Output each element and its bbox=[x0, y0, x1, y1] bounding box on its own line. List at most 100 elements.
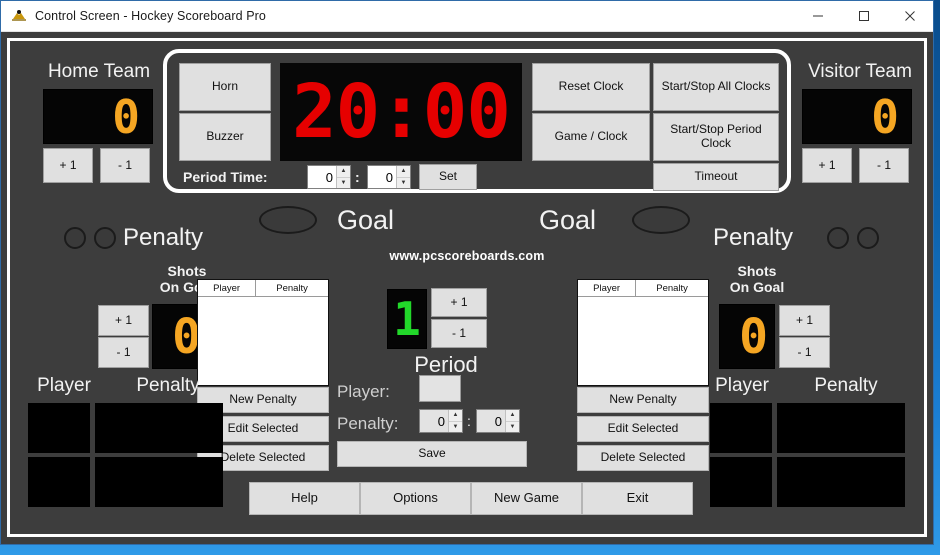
visitor-shots-value: 0 bbox=[739, 308, 768, 365]
exit-button[interactable]: Exit bbox=[582, 482, 693, 515]
visitor-shots-minus-button[interactable]: - 1 bbox=[779, 337, 830, 368]
chevron-up-icon[interactable]: ▲ bbox=[449, 410, 462, 422]
visitor-board-penalty-label: Penalty bbox=[814, 375, 878, 396]
entry-penalty-label: Penalty: bbox=[337, 414, 399, 433]
chevron-up-icon[interactable]: ▲ bbox=[337, 166, 350, 178]
visitor-shots-label-line2: On Goal bbox=[729, 279, 785, 295]
period-minus-button[interactable]: - 1 bbox=[431, 319, 487, 348]
visitor-penalty-list-header-penalty: Penalty bbox=[656, 282, 688, 294]
visitor-penalty-lamp-2[interactable] bbox=[857, 227, 879, 249]
entry-penalty-minutes-value: 0 bbox=[437, 413, 445, 429]
close-button[interactable] bbox=[887, 1, 933, 31]
visitor-new-penalty-button[interactable]: New Penalty bbox=[577, 387, 709, 413]
chevron-down-icon[interactable]: ▼ bbox=[506, 422, 519, 433]
visitor-penalty-list-header-player: Player bbox=[578, 280, 637, 296]
chevron-down-icon[interactable]: ▼ bbox=[397, 178, 410, 189]
home-penalty-list-header-penalty: Penalty bbox=[276, 282, 308, 294]
app-content: Home Team 0 + 1 - 1 Horn Buzzer 20:00 Re… bbox=[7, 38, 927, 537]
visitor-board-player-box-2 bbox=[710, 457, 772, 507]
visitor-delete-selected-button[interactable]: Delete Selected bbox=[577, 445, 709, 471]
start-stop-period-clock-button[interactable]: Start/Stop Period Clock bbox=[653, 113, 779, 161]
start-stop-all-clocks-button[interactable]: Start/Stop All Clocks bbox=[653, 63, 779, 111]
period-time-seconds-arrows[interactable]: ▲ ▼ bbox=[396, 166, 410, 188]
save-button[interactable]: Save bbox=[337, 441, 527, 467]
new-game-button[interactable]: New Game bbox=[471, 482, 582, 515]
visitor-score-value: 0 bbox=[871, 89, 899, 144]
entry-penalty-seconds-arrows[interactable]: ▲ ▼ bbox=[505, 410, 519, 432]
timeout-button[interactable]: Timeout bbox=[653, 163, 779, 191]
visitor-penalty-lamp-1[interactable] bbox=[827, 227, 849, 249]
visitor-goal-indicator[interactable] bbox=[632, 206, 690, 234]
home-penalty-list[interactable]: Player Penalty bbox=[197, 279, 329, 386]
period-time-minutes-stepper[interactable]: 0 ▲ ▼ bbox=[307, 165, 351, 189]
watermark-text: www.pcscoreboards.com bbox=[389, 249, 545, 263]
options-button[interactable]: Options bbox=[360, 482, 471, 515]
horn-button[interactable]: Horn bbox=[179, 63, 271, 111]
buzzer-button[interactable]: Buzzer bbox=[179, 113, 271, 161]
game-clock-button[interactable]: Game / Clock bbox=[532, 113, 650, 161]
home-board-player-label: Player bbox=[37, 375, 91, 396]
visitor-board-player-box-1 bbox=[710, 403, 772, 453]
home-shots-minus-button[interactable]: - 1 bbox=[98, 337, 149, 368]
home-goal-indicator[interactable] bbox=[259, 206, 317, 234]
chevron-up-icon[interactable]: ▲ bbox=[506, 410, 519, 422]
home-penalty-list-body[interactable] bbox=[198, 297, 328, 385]
entry-player-input[interactable] bbox=[419, 375, 461, 402]
period-time-label: Period Time: bbox=[183, 169, 268, 185]
home-penalty-label: Penalty bbox=[123, 224, 204, 251]
visitor-edit-selected-button[interactable]: Edit Selected bbox=[577, 416, 709, 442]
visitor-shots-plus-button[interactable]: + 1 bbox=[779, 305, 830, 336]
visitor-board-penalty-box-1 bbox=[777, 403, 905, 453]
reset-clock-button[interactable]: Reset Clock bbox=[532, 63, 650, 111]
home-penalty-lamp-2[interactable] bbox=[94, 227, 116, 249]
home-board-player-box-2 bbox=[28, 457, 90, 507]
visitor-penalty-list-body[interactable] bbox=[578, 297, 708, 385]
entry-penalty-minutes-arrows[interactable]: ▲ ▼ bbox=[448, 410, 462, 432]
application-window: Control Screen - Hockey Scoreboard Pro H… bbox=[0, 0, 934, 545]
visitor-score-minus-button[interactable]: - 1 bbox=[859, 148, 909, 183]
window-title: Control Screen - Hockey Scoreboard Pro bbox=[35, 9, 266, 23]
home-score-value: 0 bbox=[112, 89, 140, 144]
visitor-penalty-list[interactable]: Player Penalty bbox=[577, 279, 709, 386]
period-value: 1 bbox=[393, 292, 421, 346]
period-time-minutes-value: 0 bbox=[325, 169, 333, 185]
period-display: 1 bbox=[387, 289, 427, 349]
home-board-player-box-1 bbox=[28, 403, 90, 453]
chevron-down-icon[interactable]: ▼ bbox=[449, 422, 462, 433]
home-shots-plus-button[interactable]: + 1 bbox=[98, 305, 149, 336]
home-score-minus-button[interactable]: - 1 bbox=[100, 148, 150, 183]
visitor-score-display: 0 bbox=[802, 89, 912, 144]
chevron-up-icon[interactable]: ▲ bbox=[397, 166, 410, 178]
entry-penalty-minutes-stepper[interactable]: 0 ▲ ▼ bbox=[419, 409, 463, 433]
home-penalty-list-header-player: Player bbox=[198, 280, 257, 296]
home-board-penalty-label: Penalty bbox=[136, 375, 200, 396]
home-score-plus-button[interactable]: + 1 bbox=[43, 148, 93, 183]
visitor-shots-display: 0 bbox=[719, 304, 775, 369]
maximize-button[interactable] bbox=[841, 1, 887, 31]
home-board-penalty-box-1 bbox=[95, 403, 223, 453]
period-plus-button[interactable]: + 1 bbox=[431, 288, 487, 317]
home-penalty-lamp-1[interactable] bbox=[64, 227, 86, 249]
visitor-score-plus-button[interactable]: + 1 bbox=[802, 148, 852, 183]
window-controls bbox=[795, 1, 933, 31]
period-time-seconds-stepper[interactable]: 0 ▲ ▼ bbox=[367, 165, 411, 189]
entry-penalty-separator: : bbox=[467, 413, 471, 429]
visitor-goal-label: Goal bbox=[539, 205, 597, 235]
visitor-team-label: Visitor Team bbox=[808, 61, 912, 82]
minimize-button[interactable] bbox=[795, 1, 841, 31]
home-team-label: Home Team bbox=[47, 61, 151, 82]
period-time-minutes-arrows[interactable]: ▲ ▼ bbox=[336, 166, 350, 188]
visitor-shots-label-line1: Shots bbox=[737, 263, 777, 279]
home-board-penalty-box-2 bbox=[95, 457, 223, 507]
period-time-seconds-value: 0 bbox=[385, 169, 393, 185]
clock-panel: Horn Buzzer 20:00 Reset Clock Game / Clo… bbox=[163, 49, 791, 193]
entry-penalty-seconds-stepper[interactable]: 0 ▲ ▼ bbox=[476, 409, 520, 433]
period-time-separator: : bbox=[355, 169, 360, 185]
home-penalty-list-header: Player Penalty bbox=[198, 280, 328, 297]
visitor-board-penalty-box-2 bbox=[777, 457, 905, 507]
game-clock-display: 20:00 bbox=[280, 63, 522, 161]
set-period-time-button[interactable]: Set bbox=[419, 164, 477, 190]
help-button[interactable]: Help bbox=[249, 482, 360, 515]
app-frame: Home Team 0 + 1 - 1 Horn Buzzer 20:00 Re… bbox=[1, 32, 933, 544]
chevron-down-icon[interactable]: ▼ bbox=[337, 178, 350, 189]
